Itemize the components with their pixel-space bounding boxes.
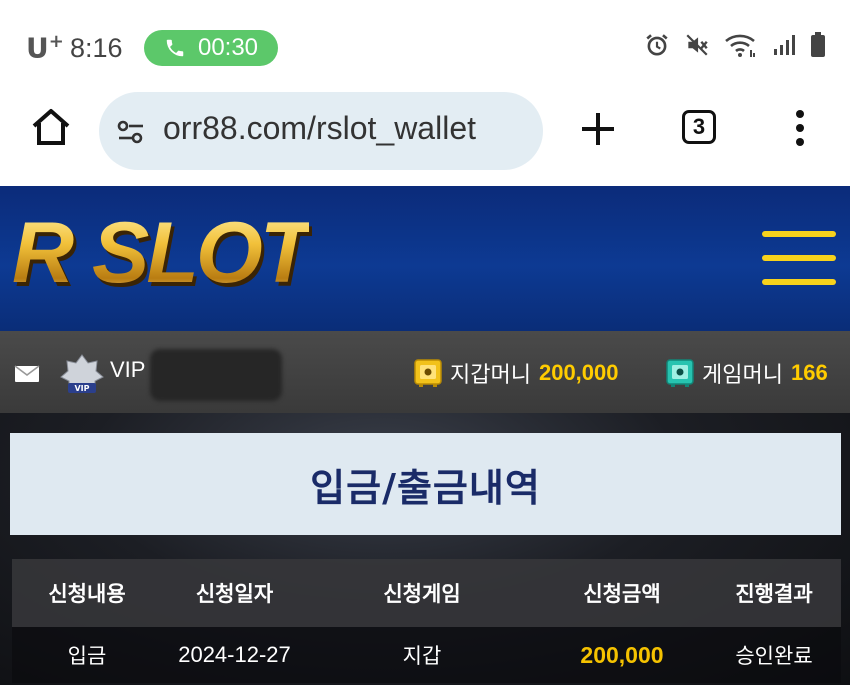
more-menu-icon[interactable] — [790, 108, 810, 148]
url-text[interactable]: orr88.com/rslot_wallet — [163, 110, 476, 147]
user-level: VIP — [110, 357, 146, 382]
request-result-cell: 승인완료 — [735, 644, 813, 668]
clock: 8:16 — [70, 33, 123, 63]
request-game-cell: 지갑 — [402, 644, 442, 668]
hamburger-menu-icon[interactable] — [762, 231, 836, 287]
call-timer: 00:30 — [197, 34, 259, 61]
site-logo[interactable]: R SLOT — [12, 204, 312, 303]
main-content: 입금/출금내역 신청내용 신청일자 신청게임 신청금액 진행결과 입금 2024… — [0, 413, 850, 685]
site-settings-icon[interactable] — [115, 116, 147, 148]
game-money: 게임머니 166 — [666, 357, 828, 389]
request-type-cell: 입금 — [67, 644, 107, 668]
safe-icon — [414, 359, 442, 387]
phone-icon — [166, 39, 184, 57]
tab-switcher-button[interactable]: 3 — [682, 110, 716, 144]
signal-icon — [774, 35, 795, 55]
masked-username — [150, 349, 282, 401]
browser-toolbar: orr88.com/rslot_wallet 3 — [0, 92, 850, 186]
vip-badge-icon: VIP — [60, 354, 104, 393]
request-date-cell: 2024-12-27 — [178, 642, 291, 667]
table-header-row: 신청내용 신청일자 신청게임 신청금액 진행결과 — [12, 559, 841, 627]
svg-text:VIP: VIP — [74, 384, 89, 393]
ongoing-call-pill[interactable]: 00:30 — [144, 30, 278, 66]
request-amount-cell: 200,000 — [580, 641, 664, 668]
wallet-money-label: 지갑머니 — [450, 363, 531, 388]
user-info-bar: VIP VIP 지갑머니 200,000 게임머니 166 — [0, 331, 850, 413]
column-header: 신청일자 — [195, 582, 274, 606]
page-title: 입금/출금내역 — [310, 465, 541, 510]
home-icon[interactable] — [28, 104, 74, 150]
column-header: 신청금액 — [583, 582, 661, 606]
wifi-icon — [725, 34, 755, 57]
carrier-label: U+ — [26, 31, 64, 65]
column-header: 진행결과 — [735, 582, 813, 606]
game-money-label: 게임머니 — [702, 363, 783, 388]
new-tab-icon[interactable] — [578, 109, 618, 149]
transaction-table: 신청내용 신청일자 신청게임 신청금액 진행결과 입금 2024-12-27 지… — [12, 559, 841, 683]
alarm-icon — [646, 34, 668, 56]
safe-icon — [666, 359, 694, 387]
table-row: 입금 2024-12-27 지갑 200,000 승인완료 — [12, 627, 841, 683]
status-icons — [644, 32, 826, 58]
site-header: R SLOT — [0, 186, 850, 331]
column-header: 신청게임 — [383, 582, 461, 606]
mute-icon — [686, 34, 708, 56]
address-bar[interactable]: orr88.com/rslot_wallet — [99, 92, 543, 170]
wallet-money: 지갑머니 200,000 — [414, 357, 619, 389]
column-header: 신청내용 — [48, 582, 126, 606]
status-bar: U+ 8:16 00:30 — [0, 0, 850, 92]
wallet-money-value: 200,000 — [538, 360, 619, 385]
battery-icon — [811, 32, 825, 57]
mail-icon[interactable] — [14, 365, 40, 383]
game-money-value: 166 — [790, 360, 828, 385]
page-title-banner: 입금/출금내역 — [10, 433, 841, 535]
